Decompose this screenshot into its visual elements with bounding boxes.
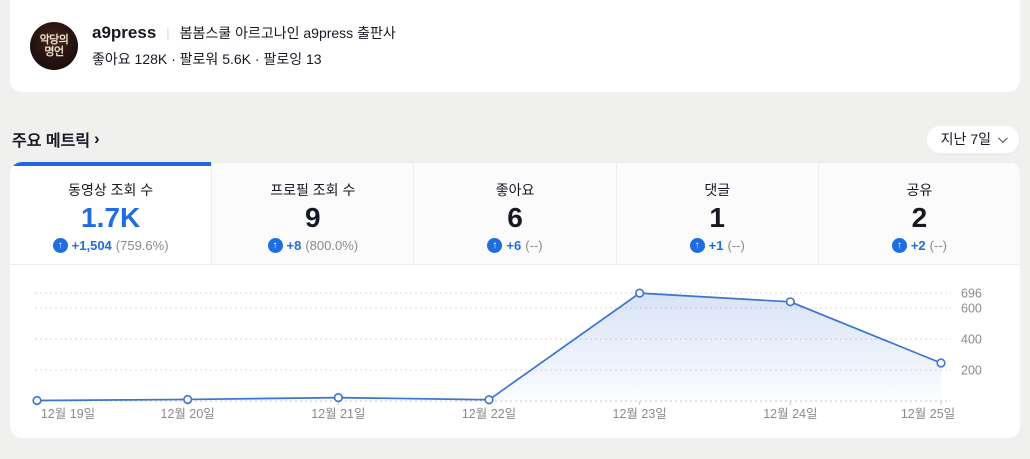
x-axis-tick-label: 12월 20일: [161, 407, 215, 421]
metric-delta-row: ↑ +2 (--): [892, 238, 947, 253]
avatar-text-line1: 악당의: [40, 34, 69, 46]
metric-delta-value: +8: [287, 238, 302, 253]
data-point[interactable]: [184, 396, 192, 404]
metric-delta-percent: (759.6%): [116, 238, 169, 253]
profile-username: a9press: [92, 23, 156, 43]
metric-value: 1: [709, 201, 725, 235]
x-axis-tick-label: 12월 23일: [613, 407, 667, 421]
data-point[interactable]: [937, 359, 945, 367]
profile-text-block: a9press | 봄봄스쿨 아르고나인 a9press 출판사 좋아요 128…: [92, 23, 396, 69]
video-views-chart[interactable]: 200 400 600696 12월 19일 12월 20일 12월 21일 12월 22일…: [10, 265, 1020, 438]
section-header-row: 주요 메트릭 › 지난 7일: [12, 124, 1020, 154]
section-title-text: 주요 메트릭: [12, 127, 90, 151]
profile-stats: 좋아요 128K · 팔로워 5.6K · 팔로잉 13: [92, 49, 396, 69]
metric-delta-percent: (--): [930, 238, 947, 253]
metric-delta-value: +1: [709, 238, 724, 253]
profile-name-row: a9press | 봄봄스쿨 아르고나인 a9press 출판사: [92, 23, 396, 43]
profile-avatar[interactable]: 악당의 명언: [30, 22, 78, 70]
x-axis-tick-label: 12월 25일: [901, 407, 955, 421]
data-point[interactable]: [485, 396, 493, 404]
metric-delta-percent: (800.0%): [305, 238, 358, 253]
increase-arrow-icon: ↑: [690, 238, 705, 253]
tab-shares[interactable]: 공유 2 ↑ +2 (--): [818, 162, 1020, 265]
tab-likes[interactable]: 좋아요 6 ↑ +6 (--): [413, 162, 615, 265]
increase-arrow-icon: ↑: [53, 238, 68, 253]
metric-label: 동영상 조회 수: [68, 181, 153, 199]
key-metrics-link[interactable]: 주요 메트릭 ›: [12, 127, 100, 151]
x-axis-tick-label: 12월 22일: [462, 407, 516, 421]
data-point[interactable]: [787, 298, 795, 306]
metric-label: 프로필 조회 수: [270, 181, 355, 199]
metric-value: 6: [507, 201, 523, 235]
y-axis-tick-label: 400: [961, 333, 982, 347]
metric-delta-percent: (--): [525, 238, 542, 253]
tab-profile-views[interactable]: 프로필 조회 수 9 ↑ +8 (800.0%): [211, 162, 413, 265]
metric-delta-value: +6: [506, 238, 521, 253]
x-axis-tick-label: 12월 19일: [41, 407, 95, 421]
y-axis-tick-label: 600: [961, 302, 982, 316]
metric-delta-percent: (--): [727, 238, 744, 253]
area-fill: [37, 293, 941, 401]
metric-value: 9: [305, 201, 321, 235]
tab-comments[interactable]: 댓글 1 ↑ +1 (--): [616, 162, 818, 265]
metric-delta-row: ↑ +1,504 (759.6%): [53, 238, 169, 253]
profile-description: 봄봄스쿨 아르고나인 a9press 출판사: [180, 23, 396, 43]
increase-arrow-icon: ↑: [268, 238, 283, 253]
data-point[interactable]: [636, 289, 644, 297]
metric-delta-value: +2: [911, 238, 926, 253]
chevron-down-icon: [998, 133, 1008, 143]
increase-arrow-icon: ↑: [892, 238, 907, 253]
data-point[interactable]: [33, 397, 41, 405]
metric-value: 1.7K: [81, 201, 140, 235]
metric-value: 2: [912, 201, 928, 235]
metric-delta-row: ↑ +6 (--): [487, 238, 542, 253]
x-axis-tick-label: 12월 24일: [763, 407, 817, 421]
period-label: 지난 7일: [941, 129, 991, 149]
profile-row: 악당의 명언 a9press | 봄봄스쿨 아르고나인 a9press 출판사 …: [10, 0, 1020, 92]
name-separator: |: [166, 26, 169, 41]
profile-header-card: 악당의 명언 a9press | 봄봄스쿨 아르고나인 a9press 출판사 …: [10, 0, 1020, 92]
tab-video-views[interactable]: 동영상 조회 수 1.7K ↑ +1,504 (759.6%): [10, 162, 211, 265]
metric-label: 댓글: [704, 181, 730, 199]
chevron-right-icon: ›: [94, 131, 100, 147]
metric-label: 공유: [907, 181, 933, 199]
avatar-text-line2: 명언: [44, 46, 63, 58]
data-point[interactable]: [335, 394, 343, 402]
y-axis-tick-label: 696: [961, 287, 982, 301]
metric-label: 좋아요: [496, 181, 535, 199]
metrics-line-chart[interactable]: 200 400 600696 12월 19일 12월 20일 12월 21일 12월 22일…: [10, 265, 1020, 438]
period-selector-dropdown[interactable]: 지난 7일: [926, 125, 1020, 154]
metric-tabs-row: 동영상 조회 수 1.7K ↑ +1,504 (759.6%) 프로필 조회 수…: [10, 162, 1020, 265]
key-metrics-card: 동영상 조회 수 1.7K ↑ +1,504 (759.6%) 프로필 조회 수…: [10, 162, 1020, 438]
increase-arrow-icon: ↑: [487, 238, 502, 253]
y-axis-tick-label: 200: [961, 364, 982, 378]
metric-delta-row: ↑ +8 (800.0%): [268, 238, 359, 253]
x-axis-tick-label: 12월 21일: [311, 407, 365, 421]
metric-delta-row: ↑ +1 (--): [690, 238, 745, 253]
metric-delta-value: +1,504: [72, 238, 112, 253]
